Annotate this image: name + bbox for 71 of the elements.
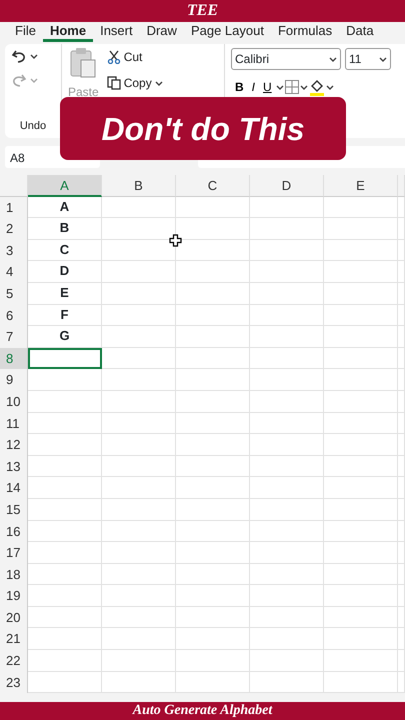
- selected-cell[interactable]: [28, 348, 102, 370]
- clipboard-icon: [69, 48, 98, 78]
- row-header[interactable]: 18: [0, 564, 28, 586]
- row-header[interactable]: 19: [0, 585, 28, 607]
- banner-title: Auto Generate Alphabet: [0, 702, 405, 720]
- row-header[interactable]: 5: [0, 282, 28, 305]
- select-all-corner[interactable]: [0, 175, 28, 197]
- caret-icon: [30, 76, 38, 84]
- row-header[interactable]: 20: [0, 606, 28, 628]
- row-header[interactable]: 8: [0, 348, 28, 370]
- font-name-field[interactable]: Calibri: [231, 48, 341, 70]
- ribbon-tab[interactable]: File: [8, 22, 43, 42]
- row-header[interactable]: 22: [0, 650, 28, 672]
- copy-icon: [106, 76, 121, 90]
- ribbon-tab[interactable]: Insert: [93, 22, 140, 42]
- borders-icon: [284, 79, 300, 95]
- caret-icon: [329, 56, 337, 62]
- row-header[interactable]: 23: [0, 672, 28, 694]
- table-cell: C: [28, 240, 102, 262]
- copy-button[interactable]: Copy: [106, 74, 163, 92]
- table-cell: B: [28, 218, 102, 240]
- column-header[interactable]: C: [176, 175, 250, 197]
- cut-button[interactable]: Cut: [106, 48, 163, 66]
- row-header[interactable]: 12: [0, 434, 28, 456]
- table-cell: D: [28, 261, 102, 283]
- row-header[interactable]: 17: [0, 542, 28, 564]
- row-header[interactable]: 3: [0, 240, 28, 262]
- ribbon-tab[interactable]: Formulas: [270, 22, 340, 42]
- column-header[interactable]: A: [28, 175, 102, 197]
- caret-icon: [379, 56, 387, 62]
- group-label: Undo: [18, 118, 48, 134]
- table-cell: E: [28, 282, 102, 305]
- underline-button[interactable]: U: [259, 78, 276, 96]
- column-header[interactable]: [398, 175, 405, 197]
- row-header[interactable]: 4: [0, 261, 28, 283]
- row-header[interactable]: 11: [0, 412, 28, 434]
- row-header[interactable]: 9: [0, 369, 28, 391]
- row-header[interactable]: 10: [0, 390, 28, 413]
- font-size-field[interactable]: 11: [345, 48, 391, 70]
- column-header[interactable]: E: [324, 175, 398, 197]
- bold-button[interactable]: B: [231, 78, 248, 96]
- table-cell: A: [28, 196, 102, 218]
- scissors-icon: [106, 50, 121, 64]
- caret-icon: [326, 84, 334, 90]
- row-header[interactable]: 7: [0, 326, 28, 348]
- column-header[interactable]: D: [250, 175, 324, 197]
- caret-icon: [276, 84, 284, 90]
- cursor-icon: [169, 234, 182, 247]
- row-header[interactable]: 15: [0, 498, 28, 520]
- caret-icon: [300, 84, 308, 90]
- banner-title: TEE: [0, 0, 405, 22]
- ribbon-tab[interactable]: Data: [339, 22, 381, 42]
- row-header[interactable]: 14: [0, 477, 28, 499]
- row-header[interactable]: 16: [0, 520, 28, 542]
- table-cell: G: [28, 326, 102, 348]
- row-header[interactable]: 6: [0, 304, 28, 326]
- row-header[interactable]: 2: [0, 218, 28, 240]
- ribbon-tab[interactable]: Page Layout: [184, 22, 271, 42]
- undo-icon: [11, 48, 27, 64]
- caret-icon: [30, 52, 38, 60]
- ribbon-tab[interactable]: Draw: [140, 22, 184, 42]
- caret-icon: [154, 80, 163, 86]
- column-header[interactable]: B: [102, 175, 176, 197]
- redo-icon: [11, 72, 27, 88]
- italic-button[interactable]: I: [248, 78, 260, 96]
- table-cell: F: [28, 304, 102, 326]
- fill-color-icon: [308, 78, 326, 96]
- caption-toast: Don't do This: [60, 97, 346, 160]
- row-header[interactable]: 13: [0, 456, 28, 478]
- row-header[interactable]: 21: [0, 628, 28, 650]
- row-header[interactable]: 1: [0, 196, 28, 218]
